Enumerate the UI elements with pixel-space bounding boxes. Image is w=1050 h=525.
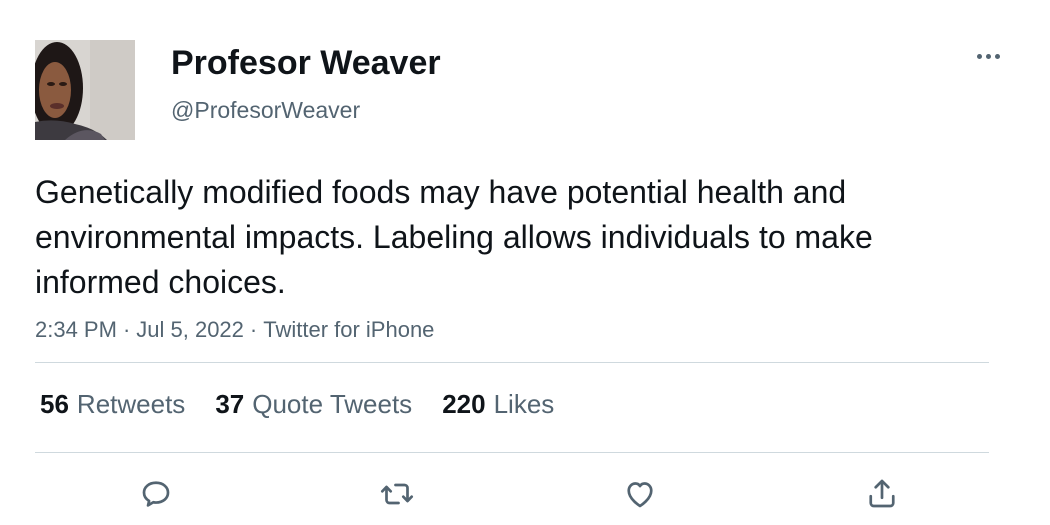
tweet-date[interactable]: Jul 5, 2022 (136, 317, 244, 342)
like-button[interactable] (618, 472, 662, 516)
reply-button[interactable] (134, 472, 178, 516)
retweets-stat[interactable]: 56 Retweets (40, 386, 185, 422)
retweets-label: Retweets (76, 389, 186, 419)
author-handle[interactable]: @ProfesorWeaver (171, 96, 360, 124)
share-upload-icon (869, 479, 895, 508)
share-button[interactable] (860, 472, 904, 516)
divider (35, 362, 989, 363)
avatar-photo (35, 40, 135, 140)
avatar[interactable] (35, 40, 135, 140)
quote-tweets-label: Quote Tweets (252, 389, 413, 419)
retweet-arrows-icon (380, 483, 414, 505)
retweet-button[interactable] (375, 472, 419, 516)
tweet-text: Genetically modified foods may have pote… (35, 174, 873, 300)
tweet-time[interactable]: 2:34 PM (35, 317, 117, 342)
meta-separator: · (249, 317, 258, 342)
meta-separator: · (122, 317, 131, 342)
author-display-name[interactable]: Profesor Weaver (171, 43, 441, 83)
likes-count: 220 (442, 389, 486, 419)
reply-bubble-icon (142, 481, 170, 507)
retweets-count: 56 (40, 389, 69, 419)
tweet-source[interactable]: Twitter for iPhone (263, 317, 434, 342)
more-horizontal-icon (975, 53, 1002, 59)
divider (35, 452, 989, 453)
heart-icon (627, 482, 653, 508)
more-options-button[interactable] (966, 42, 1010, 70)
tweet-metadata: 2:34 PM · Jul 5, 2022 · Twitter for iPhone (35, 316, 434, 344)
quote-tweets-count: 37 (215, 389, 245, 419)
likes-stat[interactable]: 220 Likes (442, 386, 554, 422)
quote-tweets-stat[interactable]: 37 Quote Tweets (215, 386, 412, 422)
likes-label: Likes (493, 389, 555, 419)
engagement-stats: 56 Retweets 37 Quote Tweets 220 Likes (40, 386, 584, 422)
